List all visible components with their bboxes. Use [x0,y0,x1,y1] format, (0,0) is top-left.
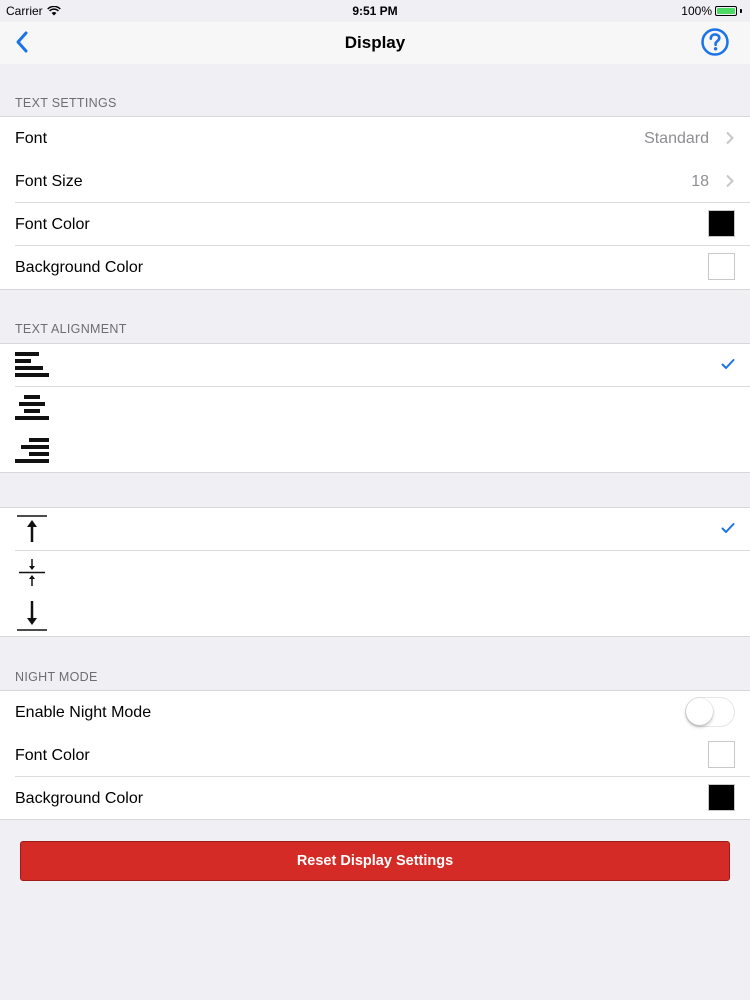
align-middle-icon [19,559,45,586]
toggle-knob [686,698,713,725]
font-size-row[interactable]: Font Size 18 [0,160,750,203]
align-center-option[interactable] [0,387,750,430]
font-color-label: Font Color [15,215,90,233]
align-right-option[interactable] [0,430,750,473]
night-background-color-swatch[interactable] [708,784,735,811]
text-settings-header: TEXT SETTINGS [15,96,117,110]
font-row[interactable]: Font Standard [0,117,750,160]
status-time: 9:51 PM [352,4,398,18]
chevron-right-icon [726,131,734,145]
battery-fill [717,8,735,14]
vertical-alignment-group [0,507,750,637]
background-color-swatch[interactable] [708,253,735,280]
background-color-label: Background Color [15,258,144,276]
night-mode-toggle[interactable] [685,697,735,727]
text-alignment-group [0,343,750,473]
font-color-swatch[interactable] [708,210,735,237]
help-button[interactable] [700,27,730,57]
night-mode-header: NIGHT MODE [15,670,98,684]
navigation-bar: Display [0,22,750,64]
align-top-option[interactable] [0,508,750,551]
enable-night-mode-label: Enable Night Mode [15,703,152,721]
enable-night-mode-row: Enable Night Mode [0,691,750,734]
align-center-icon [15,395,49,420]
align-bottom-option[interactable] [0,594,750,637]
battery-cap [740,9,742,13]
text-settings-group: Font Standard Font Size 18 Font Color Ba… [0,116,750,290]
page-title: Display [344,33,406,52]
align-middle-option[interactable] [0,551,750,594]
question-circle-icon [701,28,729,56]
align-bottom-icon [17,601,47,631]
background-color-row[interactable]: Background Color [0,246,750,289]
font-value: Standard [644,129,709,147]
status-right: 100% [681,4,742,18]
checkmark-icon [721,359,735,369]
night-background-color-label: Background Color [15,789,144,807]
font-size-label: Font Size [15,172,83,190]
align-left-icon [15,352,49,377]
night-font-color-label: Font Color [15,746,90,764]
checkmark-icon [721,523,735,533]
text-alignment-header: TEXT ALIGNMENT [15,322,127,336]
chevron-right-icon [726,174,734,188]
align-left-option[interactable] [0,344,750,387]
status-bar: Carrier 9:51 PM 100% [0,0,750,22]
align-top-icon [17,515,47,542]
font-color-row[interactable]: Font Color [0,203,750,246]
font-label: Font [15,129,48,147]
night-background-color-row[interactable]: Background Color [0,777,750,820]
night-font-color-row[interactable]: Font Color [0,734,750,777]
reset-display-settings-button[interactable]: Reset Display Settings [20,841,730,881]
night-mode-group: Enable Night Mode Font Color Background … [0,690,750,820]
battery-percent: 100% [681,4,712,18]
font-size-value: 18 [691,172,709,190]
battery-icon [715,6,737,16]
night-font-color-swatch[interactable] [708,741,735,768]
align-right-icon [15,438,49,463]
